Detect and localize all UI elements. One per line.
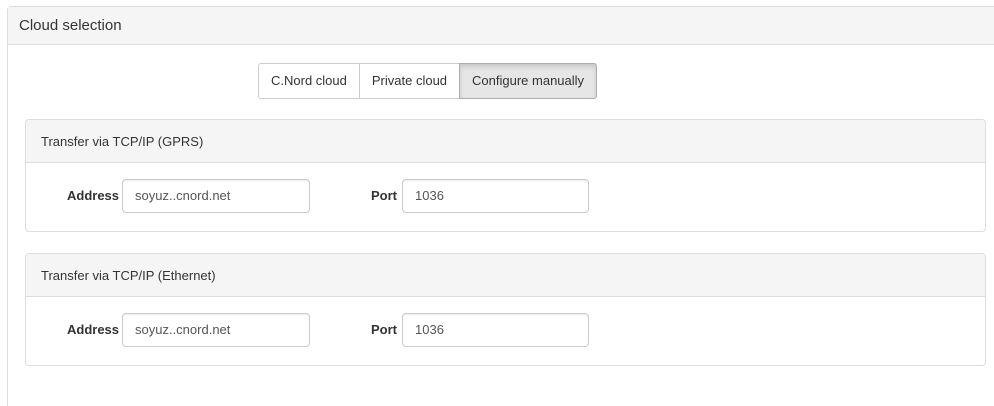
- gprs-address-input[interactable]: soyuz..cnord.net: [122, 179, 310, 213]
- ethernet-address-label: Address: [67, 322, 120, 337]
- gprs-address-label: Address: [67, 188, 120, 203]
- configure-manually-button[interactable]: Configure manually: [459, 63, 598, 99]
- gprs-field-row: Address soyuz..cnord.net Port 1036: [26, 163, 985, 231]
- ethernet-transfer-panel: Transfer via TCP/IP (Ethernet) Address s…: [25, 253, 986, 366]
- ethernet-address-input[interactable]: soyuz..cnord.net: [122, 313, 310, 347]
- ethernet-panel-title: Transfer via TCP/IP (Ethernet): [26, 254, 985, 297]
- gprs-panel-title: Transfer via TCP/IP (GPRS): [26, 120, 985, 163]
- cloud-selection-panel: Cloud selection C.Nord cloud Private clo…: [7, 6, 994, 406]
- ethernet-port-input[interactable]: 1036: [402, 313, 589, 347]
- cloud-option-group: C.Nord cloud Private cloud Configure man…: [258, 63, 598, 99]
- gprs-transfer-panel: Transfer via TCP/IP (GPRS) Address soyuz…: [25, 119, 986, 232]
- cnord-cloud-button[interactable]: C.Nord cloud: [258, 63, 360, 99]
- ethernet-field-row: Address soyuz..cnord.net Port 1036: [26, 297, 985, 365]
- ethernet-port-label: Port: [371, 322, 397, 337]
- gprs-port-label: Port: [371, 188, 397, 203]
- cloud-selection-title: Cloud selection: [8, 7, 994, 45]
- gprs-port-input[interactable]: 1036: [402, 179, 589, 213]
- private-cloud-button[interactable]: Private cloud: [358, 63, 461, 99]
